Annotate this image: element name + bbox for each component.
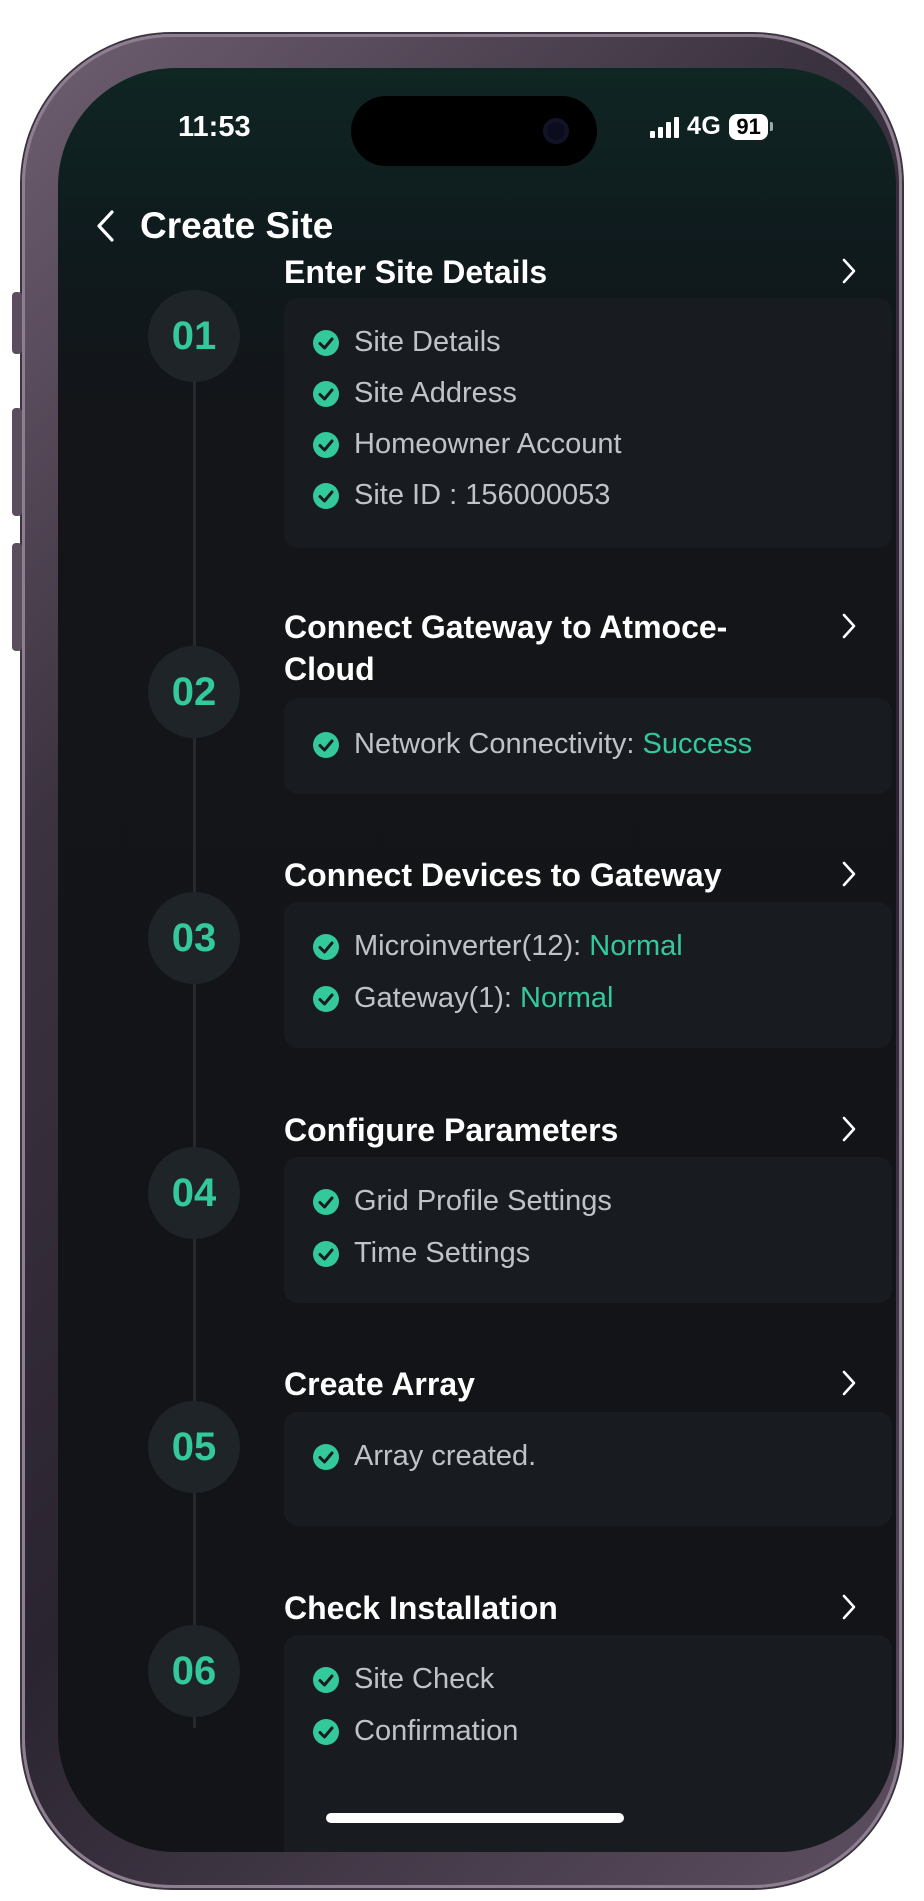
check-circle-icon xyxy=(312,329,340,357)
check-circle-icon xyxy=(312,482,340,510)
battery-icon: 91 xyxy=(729,113,773,140)
item-label: Gateway(1): xyxy=(354,982,520,1014)
check-circle-icon xyxy=(312,1666,340,1694)
item-label: Grid Profile Settings xyxy=(354,1185,612,1217)
check-circle-icon xyxy=(312,1188,340,1216)
item-label: Site Address xyxy=(354,377,517,409)
timeline-line xyxy=(193,328,196,1728)
step-number: 04 xyxy=(148,1147,240,1239)
step-title: Configure Parameters xyxy=(284,1112,619,1148)
list-item: Site Details xyxy=(312,326,501,359)
step-card: Grid Profile Settings Time Settings xyxy=(284,1157,892,1303)
status-value: Normal xyxy=(520,982,614,1014)
back-button[interactable] xyxy=(88,204,122,248)
item-label: Array created. xyxy=(354,1440,537,1472)
step-number: 01 xyxy=(148,290,240,382)
item-label: Homeowner Account xyxy=(354,428,622,460)
page-title: Create Site xyxy=(140,205,334,246)
chevron-right-icon[interactable] xyxy=(834,1109,864,1149)
item-label: Time Settings xyxy=(354,1237,531,1269)
step-number: 02 xyxy=(148,646,240,738)
step-card: Microinverter(12): Normal Gateway(1): No… xyxy=(284,902,892,1048)
list-item: Gateway(1): Normal xyxy=(312,982,613,1015)
step-number: 03 xyxy=(148,892,240,984)
chevron-right-icon[interactable] xyxy=(834,1363,864,1403)
chevron-left-icon xyxy=(97,210,114,242)
step-number: 05 xyxy=(148,1401,240,1493)
status-value: Success xyxy=(642,728,753,760)
list-item: Grid Profile Settings xyxy=(312,1185,612,1218)
step-card: Site Details Site Address Homeowner Acco… xyxy=(284,298,892,548)
list-item: Homeowner Account xyxy=(312,428,622,461)
volume-down-button xyxy=(12,543,22,651)
camera-icon xyxy=(543,118,569,144)
check-circle-icon xyxy=(312,933,340,961)
app-screen: 11:53 4G 91 Create Site 01 Enter Site De… xyxy=(58,68,896,1852)
list-item: Network Connectivity: Success xyxy=(312,728,752,761)
check-circle-icon xyxy=(312,1443,340,1471)
check-circle-icon xyxy=(312,1718,340,1746)
list-item: Microinverter(12): Normal xyxy=(312,930,683,963)
item-label: Network Connectivity: xyxy=(354,728,643,760)
step-card: Network Connectivity: Success xyxy=(284,698,892,794)
battery-level: 91 xyxy=(729,113,768,140)
status-time: 11:53 xyxy=(178,111,251,143)
step-title: Enter Site Details xyxy=(284,254,548,290)
list-item: Site Check xyxy=(312,1663,494,1696)
check-circle-icon xyxy=(312,731,340,759)
status-value: Normal xyxy=(589,930,683,962)
item-label: Confirmation xyxy=(354,1715,519,1747)
step-card: Array created. xyxy=(284,1412,892,1526)
check-circle-icon xyxy=(312,380,340,408)
item-label: Site Check xyxy=(354,1663,495,1695)
volume-up-button xyxy=(12,408,22,516)
list-item: Site ID : 156000053 xyxy=(312,479,610,512)
check-circle-icon xyxy=(312,985,340,1013)
network-type: 4G xyxy=(687,112,722,140)
chevron-right-icon[interactable] xyxy=(834,854,864,894)
list-item: Array created. xyxy=(312,1440,536,1473)
item-label: Site ID : 156000053 xyxy=(354,479,611,511)
chevron-right-icon[interactable] xyxy=(834,251,864,291)
page-header: Create Site xyxy=(88,204,333,248)
chevron-right-icon[interactable] xyxy=(834,606,864,646)
item-label: Site Details xyxy=(354,326,501,358)
step-title: Create Array xyxy=(284,1366,475,1402)
signal-icon xyxy=(650,116,679,138)
home-indicator[interactable] xyxy=(326,1813,624,1823)
step-title: Check Installation xyxy=(284,1590,558,1626)
item-label: Microinverter(12): xyxy=(354,930,590,962)
step-number: 06 xyxy=(148,1625,240,1717)
step-title: Connect Devices to Gateway xyxy=(284,857,722,893)
check-circle-icon xyxy=(312,1240,340,1268)
step-title: Connect Gateway to Atmoce-Cloud xyxy=(284,609,728,687)
chevron-right-icon[interactable] xyxy=(834,1587,864,1627)
status-indicators: 4G 91 xyxy=(650,112,773,141)
action-button xyxy=(12,292,22,354)
check-circle-icon xyxy=(312,431,340,459)
dynamic-island xyxy=(351,96,597,166)
list-item: Confirmation xyxy=(312,1715,518,1748)
list-item: Time Settings xyxy=(312,1237,530,1270)
list-item: Site Address xyxy=(312,377,517,410)
